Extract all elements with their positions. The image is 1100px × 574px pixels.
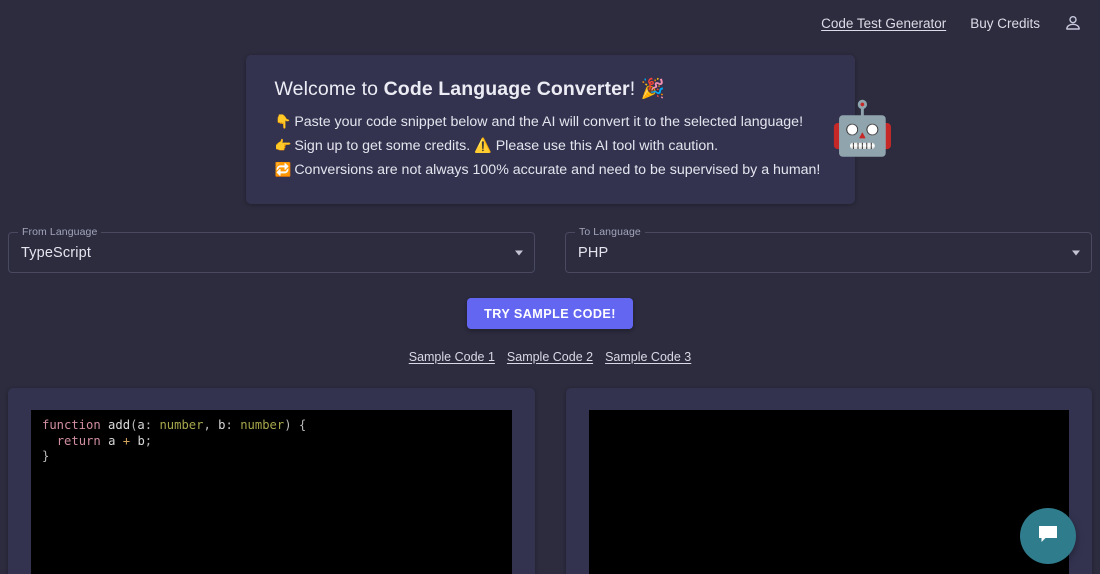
welcome-card-container: Welcome to Code Language Converter! 🎉 👇P… — [0, 55, 1100, 204]
code-token: a — [137, 418, 144, 432]
code-token: + — [123, 434, 130, 448]
code-token: return — [57, 434, 101, 448]
code-token: add — [108, 418, 130, 432]
chat-bubble-icon — [1035, 521, 1061, 552]
code-token: ) — [284, 418, 299, 432]
repeat-icon: 🔁 — [275, 162, 292, 177]
code-panels-row: function add(a: number, b: number) { ret… — [0, 388, 1100, 574]
robot-icon: 🤖 — [830, 103, 888, 161]
welcome-title-suffix: ! — [630, 78, 641, 100]
from-language-select[interactable]: From Language TypeScript — [8, 232, 535, 273]
code-token — [115, 434, 122, 448]
try-sample-row: TRY SAMPLE CODE! — [0, 298, 1100, 329]
code-token: : — [226, 418, 241, 432]
sample-code-3-link[interactable]: Sample Code 3 — [605, 350, 691, 364]
sample-links-row: Sample Code 1 Sample Code 2 Sample Code … — [0, 350, 1100, 364]
sample-code-2-link[interactable]: Sample Code 2 — [507, 350, 593, 364]
welcome-bullet-paste-label: Paste your code snippet below and the AI… — [294, 114, 803, 130]
code-line: function add(a: number, b: number) { — [31, 418, 512, 434]
source-code-panel: function add(a: number, b: number) { ret… — [8, 388, 535, 574]
code-token: { — [299, 418, 306, 432]
source-code-editor[interactable]: function add(a: number, b: number) { ret… — [31, 410, 512, 574]
code-token: b — [218, 418, 225, 432]
chat-widget-button[interactable] — [1020, 508, 1076, 564]
to-language-value: PHP — [578, 245, 608, 261]
target-code-panel — [566, 388, 1093, 574]
from-language-label: From Language — [18, 226, 101, 238]
welcome-bullet-accuracy-label: Conversions are not always 100% accurate… — [294, 162, 820, 178]
welcome-text-block: Welcome to Code Language Converter! 🎉 👇P… — [275, 77, 821, 184]
nav-link-code-test-generator[interactable]: Code Test Generator — [821, 16, 946, 31]
code-token — [101, 418, 108, 432]
sample-code-1-link[interactable]: Sample Code 1 — [409, 350, 495, 364]
welcome-bullet-accuracy: 🔁Conversions are not always 100% accurat… — [275, 160, 821, 180]
code-token: number — [159, 418, 203, 432]
party-popper-icon: 🎉 — [641, 78, 665, 100]
code-token — [101, 434, 108, 448]
point-right-icon: 👉 — [275, 138, 292, 153]
to-language-select[interactable]: To Language PHP — [565, 232, 1092, 273]
point-down-icon: 👇 — [275, 114, 292, 129]
chevron-down-icon[interactable] — [1072, 250, 1080, 255]
code-token: , — [203, 418, 218, 432]
code-line: } — [31, 449, 512, 465]
welcome-bullet-signup-label: Sign up to get some credits. ⚠️ Please u… — [294, 138, 718, 154]
from-language-value: TypeScript — [21, 245, 91, 261]
welcome-bullet-signup: 👉Sign up to get some credits. ⚠️ Please … — [275, 136, 821, 156]
code-token — [42, 434, 57, 448]
to-language-label: To Language — [575, 226, 645, 238]
welcome-title-brand: Code Language Converter — [384, 78, 630, 100]
welcome-card: Welcome to Code Language Converter! 🎉 👇P… — [246, 55, 855, 204]
code-token: b — [137, 434, 144, 448]
try-sample-code-button[interactable]: TRY SAMPLE CODE! — [467, 298, 633, 329]
code-token: number — [240, 418, 284, 432]
code-token: } — [42, 449, 49, 463]
welcome-title-prefix: Welcome to — [275, 78, 384, 100]
language-selector-row: From Language TypeScript To Language PHP — [0, 232, 1100, 273]
code-token: ; — [145, 434, 152, 448]
code-token: function — [42, 418, 101, 432]
code-token: : — [145, 418, 160, 432]
code-line: return a + b; — [31, 434, 512, 450]
target-code-editor[interactable] — [589, 410, 1070, 574]
welcome-bullet-paste: 👇Paste your code snippet below and the A… — [275, 112, 821, 132]
top-navigation-bar: Code Test Generator Buy Credits — [0, 0, 1100, 46]
nav-link-buy-credits[interactable]: Buy Credits — [970, 16, 1040, 31]
account-circle-icon[interactable] — [1060, 10, 1086, 36]
welcome-title: Welcome to Code Language Converter! 🎉 — [275, 77, 821, 101]
chevron-down-icon[interactable] — [515, 250, 523, 255]
